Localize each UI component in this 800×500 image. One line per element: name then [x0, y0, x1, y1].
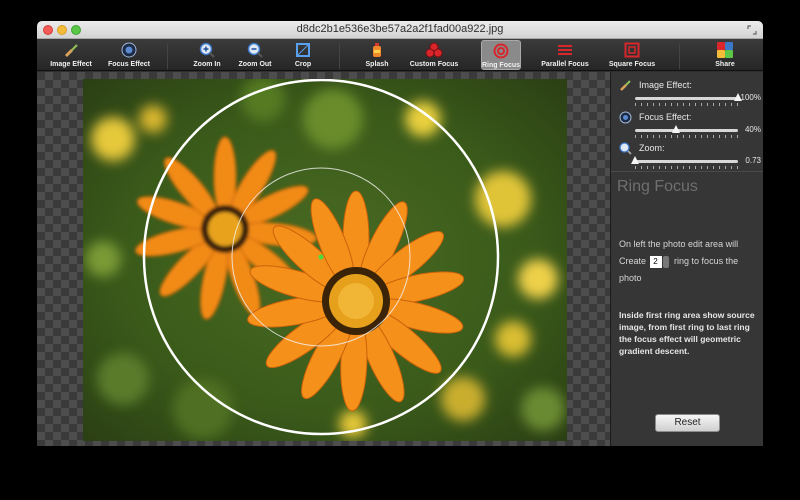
panel-divider: [611, 171, 763, 172]
ring-count-input[interactable]: 2: [649, 255, 662, 268]
zoom-value: 0.73: [745, 156, 761, 165]
toolbar-separator: [679, 43, 680, 69]
focus-effect-value: 40%: [744, 125, 761, 134]
paint-brush-icon: [62, 41, 80, 59]
toolbar-separator: [167, 43, 168, 69]
image-effect-slider-row: Image Effect: 100%: [611, 76, 763, 108]
app-window: d8dc2b1e536e3be57a2a2f1fad00a922.jpg Ima…: [37, 21, 763, 446]
tool-custom-focus[interactable]: Custom Focus: [409, 40, 459, 70]
tool-parallel-focus[interactable]: Parallel Focus: [539, 40, 591, 70]
reset-button[interactable]: Reset: [655, 414, 720, 432]
zoom-slider-row: Zoom: 0.73: [611, 139, 763, 171]
ring-focus-icon: [492, 42, 510, 60]
image-effect-value: 100%: [740, 93, 761, 102]
fullscreen-icon[interactable]: [747, 25, 757, 35]
image-effect-slider[interactable]: [635, 97, 738, 100]
settings-panel: Image Effect: 100% Focus Effect: 40% Zoo…: [610, 72, 763, 446]
panel-title: Ring Focus: [617, 178, 698, 195]
custom-focus-icon: [425, 41, 443, 59]
flower-photo-image: [83, 79, 567, 441]
tool-share[interactable]: Share: [709, 40, 741, 70]
zoom-slider-thumb[interactable]: [631, 156, 639, 164]
zoom-icon: [619, 142, 632, 155]
focus-effect-slider[interactable]: [635, 129, 738, 132]
zoom-out-icon: [246, 41, 264, 59]
slider-ticks: [635, 166, 738, 169]
photo[interactable]: [83, 79, 567, 441]
ring-count-line: Create 2 ring to focus the: [619, 255, 739, 268]
zoom-slider[interactable]: [635, 160, 738, 163]
ring-focus-instructions: On left the photo edit area will Create …: [619, 236, 759, 287]
tool-zoom-out[interactable]: Zoom Out: [235, 40, 275, 70]
slider-ticks: [635, 103, 738, 106]
toolbar-separator: [339, 43, 340, 69]
tool-ring-focus[interactable]: Ring Focus: [481, 40, 521, 70]
tool-square-focus[interactable]: Square Focus: [607, 40, 657, 70]
toolbar: Image Effect Focus Effect Zoom In Zoom O…: [37, 39, 763, 71]
splash-bottle-icon: [368, 41, 386, 59]
slider-ticks: [635, 135, 738, 138]
photo-edit-area[interactable]: [37, 72, 610, 446]
lens-icon: [619, 111, 632, 124]
share-icon: [716, 41, 734, 59]
tool-zoom-in[interactable]: Zoom In: [187, 40, 227, 70]
title-bar: d8dc2b1e536e3be57a2a2f1fad00a922.jpg: [37, 21, 763, 39]
parallel-focus-icon: [556, 41, 574, 59]
ring-count-stepper[interactable]: [662, 255, 669, 268]
focus-center-handle[interactable]: [318, 254, 324, 260]
tool-splash[interactable]: Splash: [359, 40, 395, 70]
zoom-in-icon: [198, 41, 216, 59]
paint-brush-icon: [620, 80, 631, 91]
ring-focus-description: Inside first ring area show source image…: [619, 310, 755, 356]
focus-effect-slider-thumb[interactable]: [672, 125, 681, 133]
window-title: d8dc2b1e536e3be57a2a2f1fad00a922.jpg: [296, 23, 504, 35]
crop-icon: [294, 41, 312, 59]
square-focus-icon: [623, 41, 641, 59]
lens-icon: [120, 41, 138, 59]
tool-focus-effect[interactable]: Focus Effect: [107, 40, 151, 70]
focus-effect-slider-row: Focus Effect: 40%: [611, 108, 763, 140]
tool-image-effect[interactable]: Image Effect: [49, 40, 93, 70]
tool-crop[interactable]: Crop: [287, 40, 319, 70]
